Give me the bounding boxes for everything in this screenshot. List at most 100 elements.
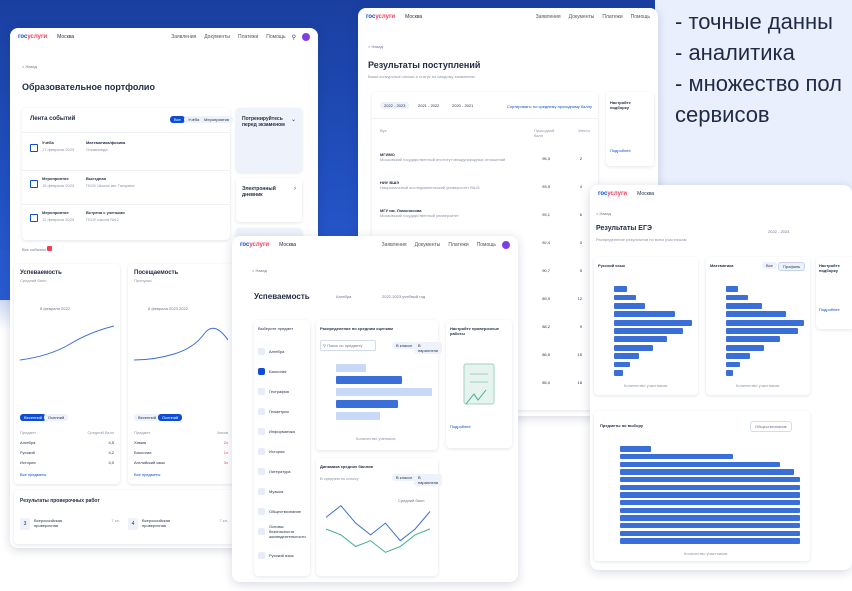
math-tab[interactable]: Профиль — [778, 262, 806, 271]
back-link[interactable]: < Назад — [252, 268, 267, 273]
chip-parallel[interactable]: В параллели — [414, 474, 443, 486]
search-input[interactable]: ⚲ Поиск по предмету — [320, 340, 376, 351]
year-selector[interactable]: 2022 - 2023 — [768, 229, 789, 234]
list-item[interactable]: Учёба 17 февраля 2023 Математика/физика … — [30, 138, 220, 166]
nav-link[interactable]: Платежи — [448, 242, 468, 248]
nav-link[interactable]: Платежи — [602, 14, 622, 20]
all-subjects-link[interactable]: Все предметы — [134, 472, 160, 477]
subject-item[interactable]: Алгебра — [258, 344, 306, 358]
nav-link[interactable]: Документы — [204, 34, 230, 40]
filter-events[interactable]: Мероприятия — [200, 116, 234, 123]
subject-item[interactable]: Русский язык — [258, 548, 306, 562]
back-link[interactable]: < Назад — [368, 44, 383, 49]
subject-item[interactable]: География — [258, 384, 306, 398]
gosuslugi-logo[interactable]: госуслуги — [366, 14, 395, 20]
nav-link[interactable]: Заявления — [171, 34, 196, 40]
tab-spring[interactable]: Весенний — [20, 414, 47, 421]
bar — [620, 492, 800, 498]
year-tab[interactable]: 2020 - 2021 — [448, 102, 478, 109]
table-row[interactable]: МГУ им. Ломоносова Московский государстве… — [380, 208, 590, 226]
list-item[interactable]: Мероприятие 15 февраля 2023 Выездная ГБО… — [30, 174, 220, 202]
distribution-bar-chart — [336, 362, 432, 422]
subject-item[interactable]: Геометрия — [258, 404, 306, 418]
year-tab[interactable]: 2021 - 2022 — [414, 102, 444, 109]
math-tab[interactable]: Все — [762, 262, 777, 269]
promo-card[interactable]: Настройте подборку Подробнее — [606, 92, 654, 166]
year-select[interactable]: 2022-2023 учебный год — [382, 294, 425, 299]
subject-item[interactable]: Биология — [258, 364, 306, 378]
bar — [726, 328, 798, 334]
tab-autumn[interactable]: Осенний — [44, 414, 69, 421]
nav-link[interactable]: Документы — [415, 242, 441, 248]
region-selector[interactable]: Москва — [405, 14, 422, 20]
year-tab[interactable]: 2022 - 2023 — [380, 102, 410, 109]
avatar[interactable] — [302, 33, 310, 41]
bar — [620, 476, 800, 483]
ege-promo-card[interactable]: Настройте подборку Подробнее — [816, 257, 852, 329]
subject-item[interactable]: Обществознание — [258, 504, 306, 518]
bar — [620, 469, 794, 475]
chip-parallel[interactable]: В параллели — [414, 342, 443, 354]
exam-prep-card[interactable]: Потренируйтесь перед экзаменом ⌄ — [236, 108, 302, 172]
search-icon: ⚲ — [323, 343, 326, 348]
bar — [726, 353, 750, 359]
back-link[interactable]: < Назад — [22, 64, 37, 69]
gosuslugi-logo[interactable]: госуслуги — [18, 34, 47, 40]
subject-score: 4,2 — [108, 450, 114, 455]
filter-all[interactable]: Все — [170, 116, 185, 123]
top-nav: госуслуги Москва Заявления Документы Пла… — [358, 8, 658, 26]
back-link[interactable]: < Назад — [596, 211, 611, 216]
tab-spring[interactable]: Весенний — [134, 414, 161, 421]
list-item[interactable]: Мероприятие 12 февраля 2023 Встреча с уч… — [30, 208, 220, 236]
chip-class[interactable]: В классе — [392, 342, 417, 349]
region-selector[interactable]: Москва — [637, 191, 654, 197]
all-subjects-link[interactable]: Все предметы — [20, 472, 46, 477]
elective-chart-card: Предметы по выбору Обществознание Количе… — [594, 411, 810, 561]
table-row[interactable]: НИУ ВШЭ Национальный исследовательский ун… — [380, 180, 590, 198]
gosuslugi-logo[interactable]: госуслуги — [598, 191, 627, 197]
list-item[interactable]: 3 Всероссийская проверочная 7 кл. — [20, 516, 120, 536]
nav-link[interactable]: Платежи — [238, 34, 258, 40]
tab-autumn[interactable]: Осенний — [158, 414, 183, 421]
subject-item[interactable]: Информатика — [258, 424, 306, 438]
subject-item[interactable]: Музыка — [258, 484, 306, 498]
nav-link[interactable]: Заявления — [536, 14, 561, 20]
nav-link[interactable]: Документы — [569, 14, 595, 20]
nav-link[interactable]: Помощь — [266, 34, 285, 40]
badge-icon — [46, 246, 52, 251]
page-subtitle: Распределение результатов по всем участн… — [596, 237, 687, 242]
diary-card[interactable]: Электронный дневник › — [236, 178, 302, 222]
sort-dropdown[interactable]: Сортировать: по среднему проходному балл… — [507, 104, 592, 109]
nav-link[interactable]: Помощь — [631, 14, 650, 20]
dynamics-line-chart — [325, 504, 431, 553]
bar — [614, 302, 646, 309]
chip-class[interactable]: В классе — [392, 474, 417, 481]
nav-link[interactable]: Заявления — [382, 242, 407, 248]
subject-select[interactable]: Алгебра — [336, 294, 351, 299]
table-row[interactable]: МГИМО Московский государственный институт… — [380, 152, 590, 170]
page-title: Результаты поступлений — [368, 60, 481, 70]
attendance-value: 3ч — [223, 460, 228, 465]
bar — [336, 375, 403, 385]
bar — [614, 369, 623, 376]
subject-item[interactable]: Литература — [258, 464, 306, 478]
progress-screen: госуслуги Москва Заявления Документы Пла… — [232, 236, 518, 582]
elective-bar-chart — [620, 445, 800, 545]
list-item[interactable]: 4 Всероссийская проверочная 7 кл. — [128, 516, 228, 536]
avatar[interactable] — [502, 241, 510, 249]
gosuslugi-logo[interactable]: госуслуги — [240, 242, 269, 248]
progress-promo-card[interactable]: Настройте проверочные работы Подробнее — [446, 320, 512, 448]
promo-link[interactable]: Подробнее — [450, 424, 471, 429]
region-selector[interactable]: Москва — [279, 242, 296, 248]
search-icon[interactable]: ⚲ — [292, 34, 296, 41]
region-selector[interactable]: Москва — [57, 34, 74, 40]
nav-link[interactable]: Помощь — [477, 242, 496, 248]
show-all-link[interactable]: Все события — [22, 246, 52, 252]
subject-item[interactable]: Основы безопасности жизнедеятельности — [258, 524, 306, 539]
promo-link[interactable]: Подробнее — [819, 307, 840, 312]
promo-link[interactable]: Подробнее — [610, 148, 631, 153]
subject-select[interactable]: Обществознание — [750, 421, 792, 432]
performance-card: Успеваемость Средний балл 8 февраля 2022… — [14, 264, 120, 484]
subject-item[interactable]: История — [258, 444, 306, 458]
chevron-down-icon: ⌄ — [290, 117, 296, 123]
